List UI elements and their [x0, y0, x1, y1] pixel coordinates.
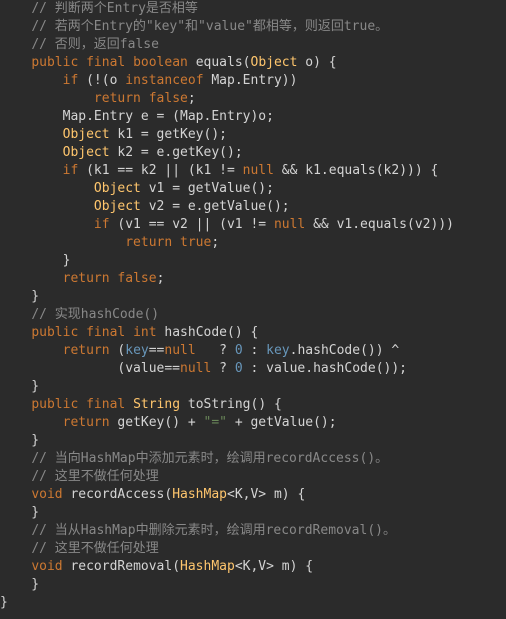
brace: } [0, 577, 39, 592]
brace: } [0, 253, 70, 268]
keyword: null [243, 163, 274, 178]
semi: ; [211, 235, 219, 250]
code: v2 = e.getValue(); [141, 199, 290, 214]
number: 0 [235, 361, 243, 376]
brace: } [0, 505, 39, 520]
keyword: return [94, 91, 141, 106]
brace: } [0, 433, 39, 448]
comment: // 实现hashCode() [31, 307, 159, 322]
comment: // 这里不做任何处理 [31, 469, 158, 484]
comment: // 当从HashMap中删除元素时，绘调用recordRemoval()。 [31, 523, 396, 538]
code: k1 = getKey(); [110, 127, 227, 142]
field: key [125, 343, 148, 358]
code: Map.Entry)) [204, 73, 298, 88]
class: Object [63, 127, 110, 142]
semi: ; [188, 91, 196, 106]
brace: } [0, 289, 39, 304]
keyword: return [63, 415, 110, 430]
number: 0 [235, 343, 243, 358]
method-name: recordAccess( [63, 487, 173, 502]
comment: // 当向HashMap中添加元素时，绘调用recordAccess()。 [31, 451, 388, 466]
code: : [243, 343, 266, 358]
keyword: return [125, 235, 172, 250]
brace: } [0, 379, 39, 394]
brace: } [0, 595, 8, 610]
class: String [133, 397, 180, 412]
keyword: final [86, 325, 125, 340]
string: "=" [204, 415, 227, 430]
comment: // 若两个Entry的"key"和"value"都相等，则返回true。 [31, 19, 388, 34]
keyword: true [180, 235, 211, 250]
class: HashMap [172, 487, 227, 502]
code: ? [196, 343, 235, 358]
keyword: if [94, 217, 110, 232]
keyword: if [63, 73, 79, 88]
code: v1 = getValue(); [141, 181, 274, 196]
semi: ; [157, 271, 165, 286]
keyword: if [63, 163, 79, 178]
keyword: instanceof [125, 73, 203, 88]
code: (!(o [78, 73, 125, 88]
method-name: recordRemoval( [63, 559, 180, 574]
class: Object [251, 55, 298, 70]
class: Object [94, 199, 141, 214]
keyword: public [31, 325, 78, 340]
keyword: void [31, 559, 62, 574]
code: == [149, 343, 165, 358]
code: getKey() + [110, 415, 204, 430]
keyword: boolean [133, 55, 188, 70]
keyword: null [274, 217, 305, 232]
code: k2 = e.getKey(); [110, 145, 243, 160]
param: o) { [297, 55, 336, 70]
code-block: // 判断两个Entry是否相等 // 若两个Entry的"key"和"valu… [0, 0, 506, 612]
keyword: return [63, 343, 110, 358]
keyword: int [133, 325, 156, 340]
keyword: return [63, 271, 110, 286]
code: + getValue(); [227, 415, 337, 430]
code: && v1.equals(v2))) [305, 217, 454, 232]
keyword: final [86, 397, 125, 412]
param: <K,V> m) { [227, 487, 305, 502]
field: key [266, 343, 289, 358]
param: <K,V> m) { [235, 559, 313, 574]
keyword: null [180, 361, 211, 376]
comment: // 判断两个Entry是否相等 [31, 1, 198, 16]
method-name: equals( [188, 55, 251, 70]
class: Object [63, 145, 110, 160]
keyword: null [164, 343, 195, 358]
class: HashMap [180, 559, 235, 574]
method-name: hashCode() { [157, 325, 259, 340]
keyword: final [86, 55, 125, 70]
code: ( [110, 343, 126, 358]
code: (value== [0, 361, 180, 376]
keyword: public [31, 55, 78, 70]
code: && k1.equals(k2))) { [274, 163, 438, 178]
code: ? [211, 361, 234, 376]
keyword: public [31, 397, 78, 412]
class: Object [94, 181, 141, 196]
code: (v1 == v2 || (v1 != [110, 217, 274, 232]
keyword: false [117, 271, 156, 286]
keyword: false [149, 91, 188, 106]
comment: // 这里不做任何处理 [31, 541, 158, 556]
method-name: toString() { [180, 397, 282, 412]
code: (k1 == k2 || (k1 != [78, 163, 242, 178]
comment: // 否则，返回false [31, 37, 159, 52]
code: .hashCode()) ^ [290, 343, 400, 358]
keyword: void [31, 487, 62, 502]
code: : value.hashCode()); [243, 361, 407, 376]
code-line: Map.Entry e = (Map.Entry)o; [0, 109, 274, 124]
